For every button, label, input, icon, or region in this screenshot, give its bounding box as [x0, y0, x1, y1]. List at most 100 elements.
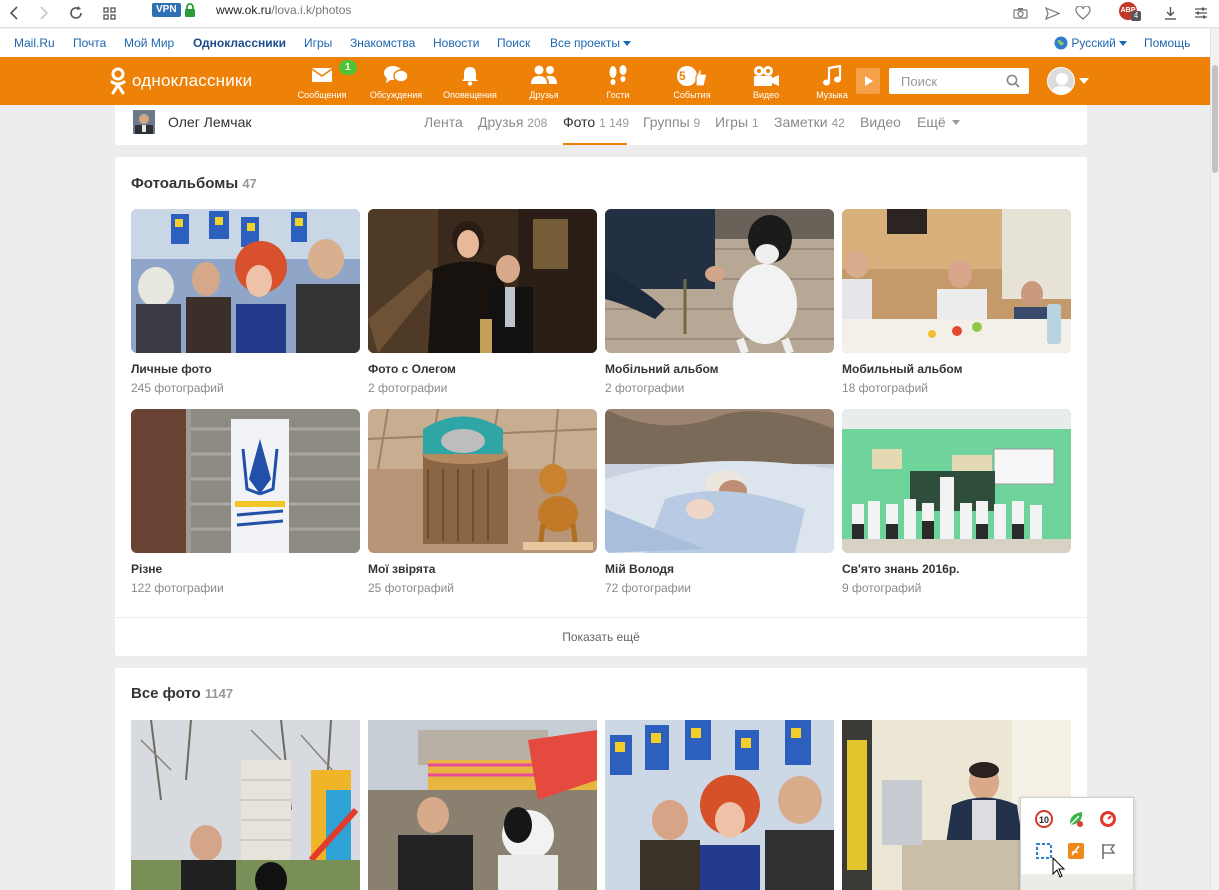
album-cover[interactable] — [368, 209, 597, 353]
language-selector[interactable]: Русский — [1054, 36, 1128, 50]
ext-screenshot-icon[interactable] — [1035, 842, 1053, 860]
camera-icon[interactable] — [1008, 2, 1032, 24]
ext-speedometer-icon[interactable] — [1099, 810, 1117, 828]
reload-icon[interactable] — [64, 2, 88, 24]
album-cover[interactable] — [842, 409, 1071, 553]
tab-groups[interactable]: Группы 9 — [643, 114, 700, 130]
all-projects-label: Все проекты — [550, 36, 621, 50]
settings-sliders-icon[interactable] — [1189, 2, 1213, 24]
album-cover[interactable] — [131, 409, 360, 553]
show-more-button[interactable]: Показать ещё — [115, 617, 1087, 656]
tab-friends[interactable]: Друзья 208 — [478, 114, 547, 130]
nav-discussions[interactable]: Обсуждения — [361, 57, 431, 105]
album-card[interactable]: Різне 122 фотографии — [131, 409, 360, 595]
nav-messages[interactable]: 1 Сообщения — [287, 57, 357, 105]
portal-link-help[interactable]: Помощь — [1144, 36, 1190, 50]
tab-notes[interactable]: Заметки 42 — [774, 114, 845, 130]
page-scrollbar[interactable] — [1210, 29, 1219, 890]
album-card[interactable]: Личные фото 245 фотографий — [131, 209, 360, 395]
album-cover[interactable] — [368, 409, 597, 553]
tab-feed[interactable]: Лента — [424, 114, 463, 130]
tab-video[interactable]: Видео — [860, 114, 901, 130]
tab-label: Игры — [715, 114, 749, 130]
portal-link-dating[interactable]: Знакомства — [350, 36, 415, 50]
album-cover[interactable] — [605, 209, 834, 353]
play-video-button[interactable] — [856, 68, 880, 94]
portal-link-mailru[interactable]: Mail.Ru — [14, 36, 55, 50]
album-title[interactable]: Мобильный альбом — [842, 362, 1071, 376]
tab-photos[interactable]: Фото 1 149 — [563, 114, 629, 130]
user-avatar[interactable] — [1047, 67, 1075, 95]
forward-arrow-icon[interactable] — [32, 2, 56, 24]
bell-icon — [462, 67, 478, 86]
album-cover[interactable] — [605, 409, 834, 553]
portal-link-mail[interactable]: Почта — [73, 36, 106, 50]
photo-thumbnail[interactable] — [131, 720, 360, 890]
album-card[interactable]: Мій Володя 72 фотографии — [605, 409, 834, 595]
globe-icon — [1054, 36, 1068, 50]
photo-thumbnail[interactable] — [368, 720, 597, 890]
photo-thumbnail[interactable] — [605, 720, 834, 890]
album-card[interactable]: Св'ято знань 2016р. 9 фотографий — [842, 409, 1071, 595]
album-card[interactable]: Мобільний альбом 2 фотографии — [605, 209, 834, 395]
svg-text:10: 10 — [1039, 815, 1049, 825]
album-title[interactable]: Св'ято знань 2016р. — [842, 562, 1071, 576]
album-title[interactable]: Личные фото — [131, 362, 360, 376]
album-cover[interactable] — [842, 209, 1071, 353]
scrollbar-thumb[interactable] — [1212, 65, 1218, 173]
send-icon[interactable] — [1040, 2, 1064, 24]
album-title[interactable]: Різне — [131, 562, 360, 576]
footprints-icon — [609, 65, 627, 85]
back-arrow-icon[interactable] — [2, 2, 26, 24]
tab-label: Видео — [860, 114, 901, 130]
tab-more[interactable]: Ещё — [917, 114, 960, 130]
search-box — [889, 68, 1029, 94]
portal-link-odnoklassniki[interactable]: Одноклассники — [193, 36, 286, 50]
tab-label: Фото — [563, 114, 596, 130]
all-photos-title: Все фото — [131, 685, 201, 702]
nav-friends[interactable]: Друзья — [509, 57, 579, 105]
download-icon[interactable] — [1158, 2, 1182, 24]
extension-popup-footer — [1021, 874, 1133, 890]
album-title[interactable]: Фото с Олегом — [368, 362, 597, 376]
tab-label: Лента — [424, 114, 463, 130]
album-title[interactable]: Мої звірята — [368, 562, 597, 576]
profile-name[interactable]: Олег Лемчак — [168, 114, 252, 130]
nav-guests[interactable]: Гости — [583, 57, 653, 105]
tabs-grid-icon[interactable] — [97, 2, 121, 24]
portal-link-news[interactable]: Новости — [433, 36, 479, 50]
search-input[interactable] — [889, 68, 999, 94]
user-menu-chevron-icon[interactable] — [1079, 78, 1089, 84]
tab-count: 42 — [831, 116, 845, 130]
portal-link-games[interactable]: Игры — [304, 36, 332, 50]
active-tab-indicator — [563, 143, 627, 145]
ext-green-leaf-icon[interactable] — [1067, 810, 1085, 828]
album-cover[interactable] — [131, 209, 360, 353]
ext-orange-note-icon[interactable] — [1067, 842, 1085, 860]
portal-link-my-world[interactable]: Мой Мир — [124, 36, 174, 50]
portal-link-search[interactable]: Поиск — [497, 36, 530, 50]
profile-avatar[interactable] — [133, 110, 155, 134]
address-bar[interactable]: www.ok.ru/lova.i.k/photos — [216, 2, 351, 18]
nav-friends-label: Друзья — [529, 90, 559, 100]
album-title[interactable]: Мій Володя — [605, 562, 834, 576]
nav-guests-label: Гости — [606, 90, 630, 100]
ext-flag-icon[interactable] — [1099, 842, 1117, 860]
album-card[interactable]: Мої звірята 25 фотографий — [368, 409, 597, 595]
ok-logo[interactable]: одноклассники — [110, 67, 252, 95]
album-title[interactable]: Мобільний альбом — [605, 362, 834, 376]
video-camera-icon — [754, 66, 779, 86]
search-icon[interactable] — [1006, 74, 1020, 88]
album-card[interactable]: Фото с Олегом 2 фотографии — [368, 209, 597, 395]
vpn-badge[interactable]: VPN — [152, 3, 181, 17]
ext-10-icon[interactable]: 10 — [1035, 810, 1053, 828]
nav-video[interactable]: Видео — [731, 57, 801, 105]
album-card[interactable]: Мобильный альбом 18 фотографий — [842, 209, 1071, 395]
nav-notifications-label: Оповещения — [443, 90, 497, 100]
heart-icon[interactable] — [1071, 2, 1095, 24]
nav-notifications[interactable]: Оповещения — [435, 57, 505, 105]
tab-games[interactable]: Игры 1 — [715, 114, 759, 130]
portal-link-all-projects[interactable]: Все проекты — [550, 36, 632, 50]
album-photo-count: 25 фотографий — [368, 581, 455, 595]
nav-events[interactable]: 5 События — [657, 57, 727, 105]
